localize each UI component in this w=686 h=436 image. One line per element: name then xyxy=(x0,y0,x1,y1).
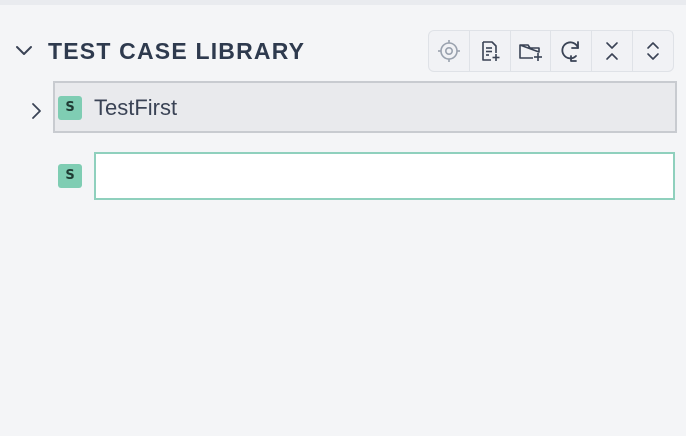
expand-all-icon xyxy=(643,39,663,63)
locate-button[interactable] xyxy=(429,31,470,71)
tree-item-label: TestFirst xyxy=(94,95,178,120)
chevron-down-icon[interactable] xyxy=(14,42,34,60)
test-case-library-panel: TEST CASE LIBRARY S TestFirst S xyxy=(0,0,686,436)
collapse-all-button[interactable] xyxy=(592,31,634,71)
panel-title: TEST CASE LIBRARY xyxy=(48,38,306,64)
panel-toolbar xyxy=(428,30,674,72)
refresh-button[interactable] xyxy=(551,31,593,71)
refresh-icon xyxy=(559,39,583,63)
top-divider xyxy=(0,0,686,5)
suite-name-input[interactable] xyxy=(94,152,675,200)
suite-badge-icon: S xyxy=(58,96,82,120)
panel-header: TEST CASE LIBRARY xyxy=(0,28,686,74)
tree-item-testfirst[interactable]: S TestFirst xyxy=(0,80,686,134)
add-document-icon xyxy=(478,39,502,63)
new-test-case-button[interactable] xyxy=(470,31,511,71)
add-folder-icon xyxy=(518,39,544,63)
chevron-right-icon[interactable] xyxy=(26,99,46,123)
suite-badge-icon: S xyxy=(58,164,82,188)
collapse-all-icon xyxy=(602,39,622,63)
expand-all-button[interactable] xyxy=(633,31,673,71)
new-folder-button[interactable] xyxy=(511,31,552,71)
tree-item-new-suite: S xyxy=(0,150,686,202)
crosshair-target-icon xyxy=(437,39,461,63)
